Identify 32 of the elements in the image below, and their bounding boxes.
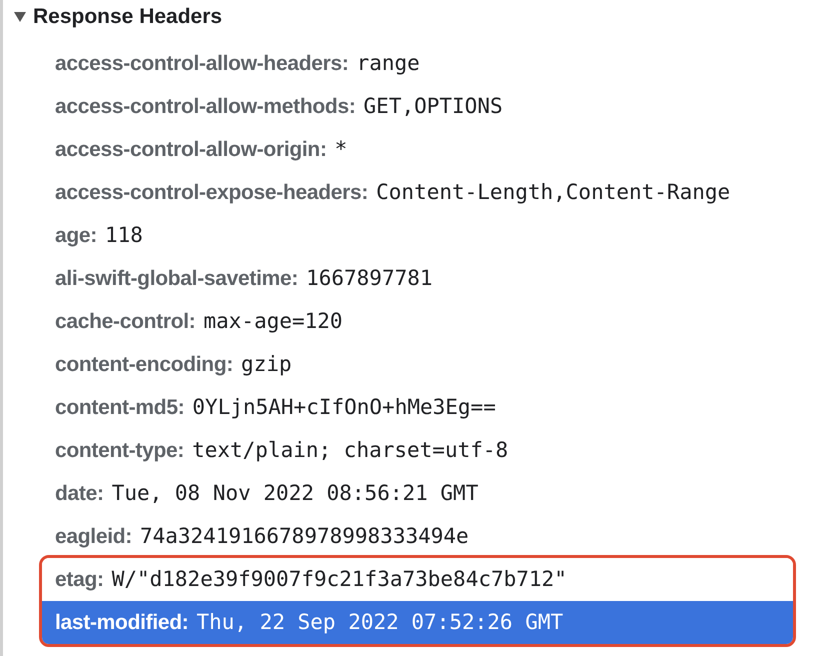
header-value: max-age=120 bbox=[204, 308, 343, 335]
header-row[interactable]: last-modified: Thu, 22 Sep 2022 07:52:26 GMT bbox=[42, 601, 793, 644]
header-name: access-control-allow-methods: bbox=[55, 94, 356, 120]
header-value: text/plain; charset=utf-8 bbox=[192, 436, 508, 464]
header-name: cache-control: bbox=[55, 308, 196, 335]
header-name: ali-swift-global-savetime: bbox=[55, 266, 298, 292]
header-value: * bbox=[334, 136, 348, 163]
header-value: W/"d182e39f9007f9c21f3a73be84c7b712" bbox=[112, 566, 567, 593]
section-title: Response Headers bbox=[33, 4, 222, 30]
header-name: content-encoding: bbox=[55, 352, 234, 378]
header-value: Tue, 08 Nov 2022 08:56:21 GMT bbox=[112, 480, 478, 507]
header-name: access-control-allow-origin: bbox=[55, 136, 327, 163]
header-name: date: bbox=[55, 480, 104, 507]
header-value: Content-Length,Content-Range bbox=[376, 178, 730, 206]
header-name: eagleid: bbox=[55, 524, 132, 550]
header-name: content-md5: bbox=[55, 394, 184, 421]
header-value: GET,OPTIONS bbox=[364, 92, 503, 120]
header-name: last-modified: bbox=[55, 610, 188, 636]
section-header[interactable]: Response Headers bbox=[3, 0, 834, 34]
header-name: age: bbox=[55, 222, 97, 249]
header-value: 74a3241916678978998333494e bbox=[140, 522, 469, 550]
header-value: range bbox=[356, 50, 420, 77]
header-name: etag: bbox=[55, 566, 104, 593]
header-name: content-type: bbox=[55, 438, 184, 464]
header-value: Thu, 22 Sep 2022 07:52:26 GMT bbox=[196, 608, 564, 636]
header-name: access-control-allow-headers: bbox=[55, 50, 349, 77]
header-value: gzip bbox=[241, 350, 292, 378]
triangle-icon bbox=[13, 11, 27, 23]
header-value: 118 bbox=[104, 222, 143, 249]
header-name: access-control-expose-headers: bbox=[55, 180, 368, 206]
header-value: 1667897781 bbox=[306, 264, 433, 292]
header-value: 0YLjn5AH+cIfOnO+hMe3Eg== bbox=[192, 394, 496, 421]
